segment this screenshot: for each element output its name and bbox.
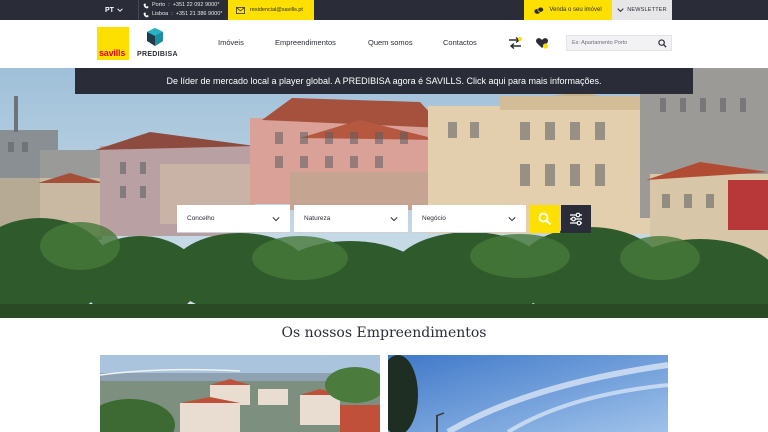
newsletter-button[interactable]: NEWSLETTER — [612, 0, 672, 20]
property-search-filters: Concelho Natureza Negócio — [177, 205, 591, 233]
savills-logo-text: savills — [99, 48, 126, 58]
top-bar: PT Porto: +351 22 092 9000* Lisboa: +351… — [0, 0, 768, 20]
predibisa-logo[interactable]: PREDIBISA — [137, 27, 178, 60]
filter-negocio-label: Negócio — [422, 215, 446, 222]
email-text: residencial@savills.pt — [250, 7, 303, 13]
development-card-1-image[interactable] — [100, 355, 380, 432]
filter-natureza-label: Natureza — [304, 215, 331, 222]
nav-quem-somos[interactable]: Quem somos — [368, 38, 413, 47]
chevron-down-icon — [272, 217, 280, 222]
hero-cityscape — [0, 68, 768, 318]
predibisa-mark-icon — [147, 28, 163, 46]
filter-concelho[interactable]: Concelho — [177, 205, 290, 233]
phone-list: Porto: +351 22 092 9000* Lisboa: +351 21… — [143, 1, 222, 19]
sell-property-button[interactable]: Venda o seu imóvel — [524, 0, 612, 20]
nav-contactos[interactable]: Contactos — [443, 38, 477, 47]
development-2-photo — [388, 355, 668, 432]
email-link[interactable]: residencial@savills.pt — [228, 0, 314, 20]
savills-logo[interactable]: savills — [97, 27, 129, 60]
advanced-filters-button[interactable] — [561, 205, 591, 233]
section-title: Os nossos Empreendimentos — [281, 325, 487, 341]
phone-lisboa[interactable]: Lisboa: +351 21 386 9000* — [143, 10, 222, 19]
chevron-down-icon — [508, 217, 516, 222]
search-icon — [538, 212, 552, 226]
chevron-down-icon — [117, 8, 123, 12]
phone-lisboa-number: +351 21 386 9000* — [175, 11, 223, 17]
search-icon[interactable] — [658, 39, 667, 48]
filter-negocio[interactable]: Negócio — [412, 205, 526, 233]
search-input[interactable]: Ex: Apartamento Porto — [566, 35, 672, 51]
mail-icon — [236, 6, 245, 14]
phone-porto[interactable]: Porto: +351 22 092 9000* — [143, 1, 222, 10]
language-label: PT — [105, 6, 114, 14]
phone-icon — [143, 12, 149, 17]
sliders-icon — [570, 212, 582, 226]
development-1-photo — [100, 355, 380, 432]
sell-property-label: Venda o seu imóvel — [549, 7, 602, 13]
phone-porto-city: Porto — [152, 2, 166, 8]
favorites-heart-icon[interactable] — [535, 36, 549, 50]
development-card-2-image[interactable] — [388, 355, 668, 432]
coins-icon — [534, 6, 545, 14]
phone-porto-number: +351 22 092 9000* — [172, 2, 220, 8]
nav-empreendimentos[interactable]: Empreendimentos — [275, 38, 336, 47]
chevron-down-icon — [617, 8, 624, 13]
phone-icon — [143, 3, 149, 8]
predibisa-logo-text: PREDIBISA — [137, 51, 178, 58]
newsletter-label: NEWSLETTER — [627, 7, 667, 13]
filter-natureza[interactable]: Natureza — [294, 205, 408, 233]
nav-imoveis[interactable]: Imóveis — [218, 38, 244, 47]
hero-image — [0, 68, 768, 318]
chevron-down-icon — [390, 217, 398, 222]
filter-concelho-label: Concelho — [187, 215, 215, 222]
compare-arrows-icon[interactable] — [508, 36, 522, 50]
announcement-text: De líder de mercado local a player globa… — [166, 76, 602, 86]
search-submit-button[interactable] — [530, 205, 560, 233]
announcement-banner[interactable]: De líder de mercado local a player globa… — [75, 68, 693, 94]
language-selector[interactable]: PT — [99, 0, 139, 20]
phone-lisboa-city: Lisboa — [152, 11, 169, 17]
search-placeholder: Ex: Apartamento Porto — [572, 40, 628, 46]
